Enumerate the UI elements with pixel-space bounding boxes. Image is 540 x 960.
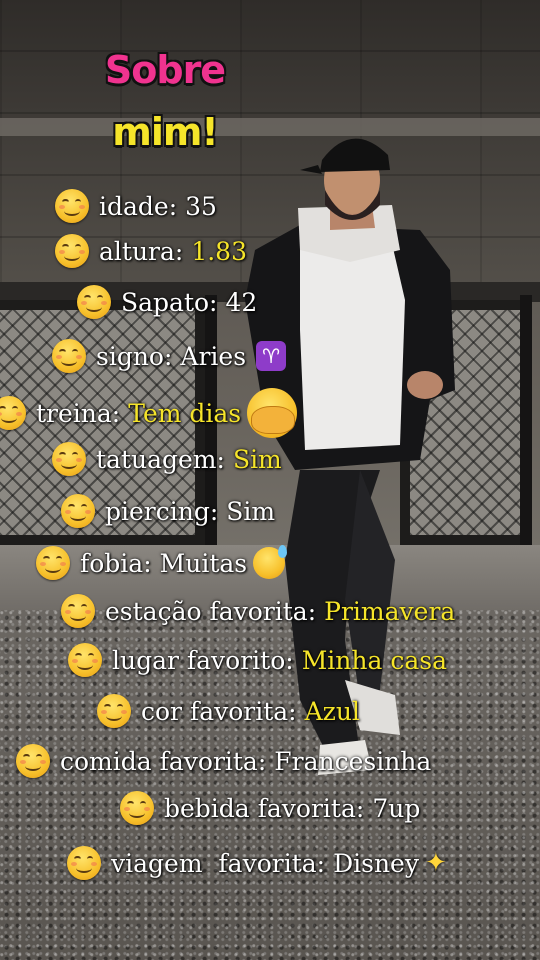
info-row-bebida: bebida favorita: 7up: [120, 791, 420, 825]
row-label: tatuagem:: [96, 444, 225, 474]
info-row-lugar: lugar favorito: Minha casa: [68, 643, 447, 677]
row-label: piercing:: [105, 496, 219, 526]
info-row-comida: comida favorita: Francesinha: [16, 744, 431, 778]
row-value: Sim: [226, 496, 276, 526]
info-row-fobia: fobia: Muitas: [36, 545, 288, 580]
smiling-face-icon: [0, 396, 26, 430]
info-row-estacao: estação favorita: Primavera: [61, 594, 455, 628]
row-label: bebida favorita:: [164, 793, 365, 823]
smiling-face-icon: [61, 494, 95, 528]
smiling-face-icon: [55, 189, 89, 223]
row-label: altura:: [99, 236, 184, 266]
row-value: Tem dias: [128, 398, 242, 428]
smiling-face-icon: [77, 285, 111, 319]
info-row-tatuagem: tatuagem: Sim: [52, 442, 282, 476]
info-row-cor: cor favorita: Azul: [97, 694, 360, 728]
row-label: cor favorita:: [141, 696, 297, 726]
row-value: Sim: [232, 444, 282, 474]
row-label: treina:: [36, 398, 121, 428]
info-row-signo: signo: Aries ♈: [52, 339, 287, 373]
smiling-face-icon: [61, 594, 95, 628]
row-label: fobia:: [80, 548, 152, 578]
smiling-face-icon: [67, 846, 101, 880]
smiling-face-icon: [16, 744, 50, 778]
row-value: 42: [225, 287, 258, 317]
smiling-face-icon: [52, 339, 86, 373]
row-value: Muitas: [159, 548, 248, 578]
smiling-face-icon: [97, 694, 131, 728]
sparkles-icon: ✦: [424, 848, 447, 878]
row-label: idade:: [99, 191, 178, 221]
smiling-face-icon: [55, 234, 89, 268]
title-line-2: mim!: [112, 110, 219, 154]
row-value: 1.83: [191, 236, 247, 266]
grinning-sweat-icon: [253, 545, 288, 579]
aries-icon: ♈: [256, 341, 287, 371]
face-with-hand-over-mouth-icon: [247, 388, 298, 438]
row-value: Minha casa: [301, 645, 447, 675]
smiling-face-icon: [68, 643, 102, 677]
info-row-altura: altura: 1.83: [55, 234, 247, 268]
info-row-sapato: Sapato: 42: [77, 285, 257, 319]
row-label: estação favorita:: [105, 596, 317, 626]
row-value: Disney: [333, 848, 419, 878]
row-value: 7up: [372, 793, 421, 823]
row-value: Francesinha: [274, 746, 432, 776]
row-label: viagem favorita:: [111, 848, 326, 878]
info-row-treina: treina: Tem dias: [0, 388, 298, 438]
info-row-viagem: viagem favorita: Disney ✦: [67, 846, 447, 880]
row-value: Aries: [180, 341, 247, 371]
row-label: lugar favorito:: [112, 645, 294, 675]
info-row-piercing: piercing: Sim: [61, 494, 275, 528]
row-label: comida favorita:: [60, 746, 267, 776]
photo-story: Sobre mim! idade: 35 altura: 1.83 Sapato…: [0, 0, 540, 960]
row-value: Azul: [304, 696, 360, 726]
title-line-1: Sobre: [104, 48, 226, 92]
smiling-face-icon: [52, 442, 86, 476]
row-value: Primavera: [324, 596, 456, 626]
row-label: signo:: [96, 341, 173, 371]
smiling-face-icon: [36, 546, 70, 580]
row-value: 35: [185, 191, 217, 221]
info-row-idade: idade: 35: [55, 189, 217, 223]
row-label: Sapato:: [121, 287, 218, 317]
smiling-face-icon: [120, 791, 154, 825]
